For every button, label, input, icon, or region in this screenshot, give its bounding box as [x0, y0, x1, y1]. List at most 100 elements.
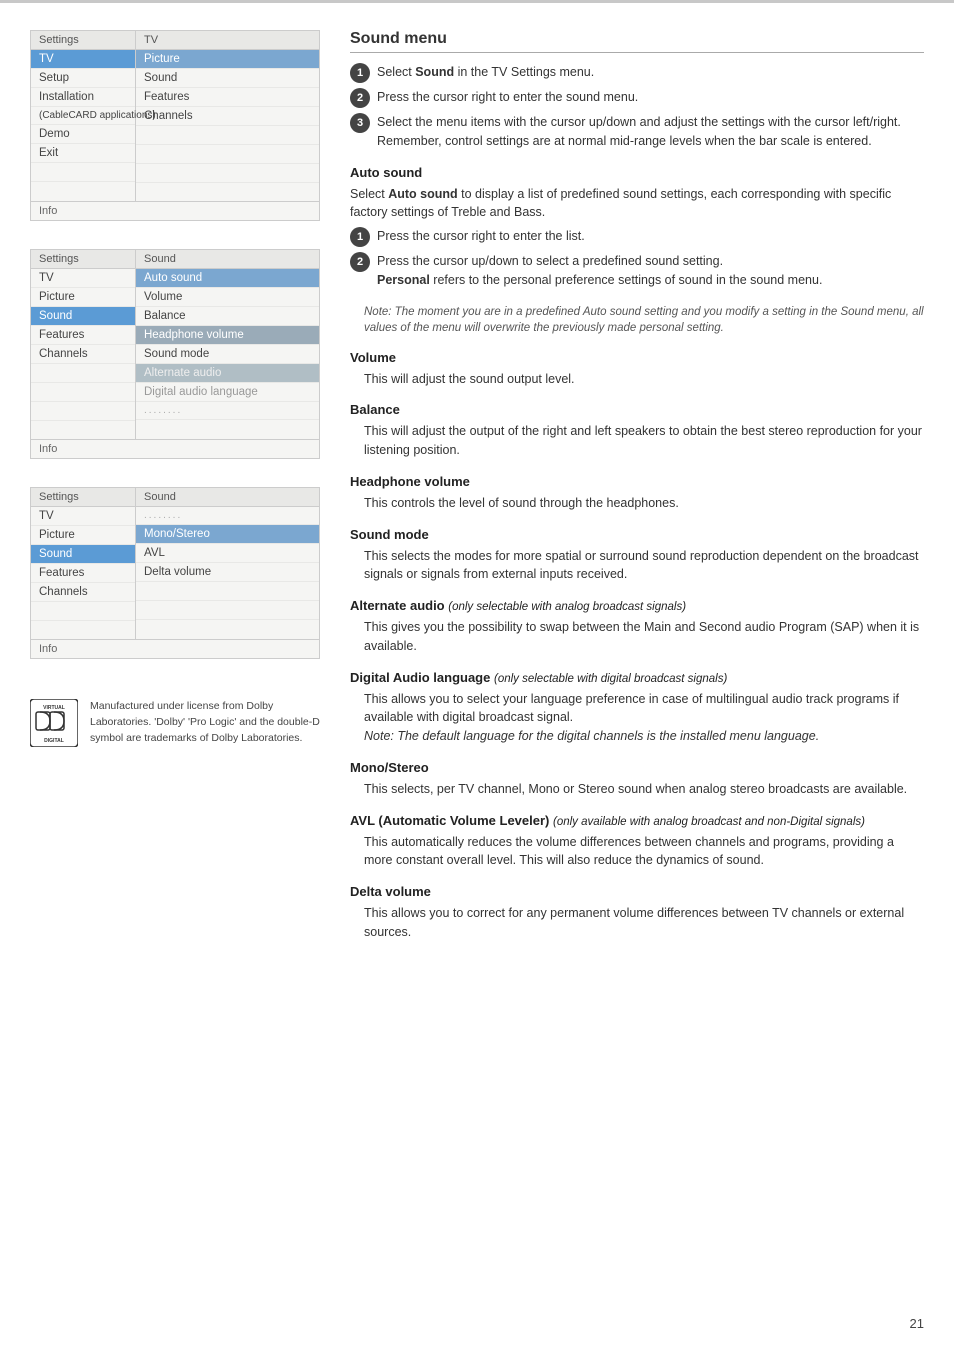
menu3-item-channels[interactable]: Channels: [31, 583, 135, 602]
headphone-body: This controls the level of sound through…: [350, 494, 924, 513]
auto-sound-body: Select Auto sound to display a list of p…: [350, 185, 924, 223]
menu1-right-empty1: [136, 126, 319, 145]
dolby-logo: VIRTUAL DIGITAL: [30, 699, 78, 747]
menu-box-3: Settings TV Picture Sound Features Chann…: [30, 487, 320, 659]
menu1-item-cablecard[interactable]: (CableCARD applications): [31, 107, 135, 125]
menu2-item-empty4: [31, 421, 135, 439]
menu-box-1: Settings TV Setup Installation (CableCAR…: [30, 30, 320, 221]
step-text-1: Select Sound in the TV Settings menu.: [377, 63, 594, 82]
menu1-item-installation[interactable]: Installation: [31, 88, 135, 107]
menu2-right-empty1: [136, 420, 319, 438]
menu3-right-dots-top: ........: [136, 507, 319, 525]
menu3-right-delta[interactable]: Delta volume: [136, 563, 319, 582]
menu3-item-picture[interactable]: Picture: [31, 526, 135, 545]
auto-step-num-1: 1: [350, 227, 370, 247]
menu2-right-headphone[interactable]: Headphone volume: [136, 326, 319, 345]
menu2-right-volume[interactable]: Volume: [136, 288, 319, 307]
menu2-item-empty1: [31, 364, 135, 383]
menu2-right-autosound[interactable]: Auto sound: [136, 269, 319, 288]
menu1-header-left: Settings: [31, 31, 135, 50]
step-3: 3 Select the menu items with the cursor …: [350, 113, 924, 151]
menu2-item-sound[interactable]: Sound: [31, 307, 135, 326]
step-num-1: 1: [350, 63, 370, 83]
menu3-item-empty1: [31, 602, 135, 621]
headphone-title: Headphone volume: [350, 474, 924, 489]
balance-body: This will adjust the output of the right…: [350, 422, 924, 460]
right-column: Sound menu 1 Select Sound in the TV Sett…: [340, 30, 924, 947]
intro-steps: 1 Select Sound in the TV Settings menu. …: [350, 63, 924, 151]
menu3-right-mono[interactable]: Mono/Stereo: [136, 525, 319, 544]
menu2-item-tv[interactable]: TV: [31, 269, 135, 288]
auto-step-num-2: 2: [350, 252, 370, 272]
menu1-item-empty2: [31, 182, 135, 200]
menu1-right-empty2: [136, 145, 319, 164]
avl-title: AVL (Automatic Volume Leveler) (only ava…: [350, 813, 924, 828]
menu2-right-dots: ........: [136, 402, 319, 420]
menu3-header-left: Settings: [31, 488, 135, 507]
volume-body: This will adjust the sound output level.: [350, 370, 924, 389]
main-title: Sound menu: [350, 30, 924, 53]
dolby-text: Manufactured under license from Dolby La…: [90, 699, 320, 746]
digital-audio-body: This allows you to select your language …: [350, 690, 924, 746]
menu1-item-exit[interactable]: Exit: [31, 144, 135, 163]
menu1-right-sound[interactable]: Sound: [136, 69, 319, 88]
menu3-right-empty2: [136, 601, 319, 620]
auto-step-1: 1 Press the cursor right to enter the li…: [350, 227, 924, 247]
menu3-right-empty1: [136, 582, 319, 601]
step-text-2: Press the cursor right to enter the soun…: [377, 88, 638, 107]
menu2-item-features[interactable]: Features: [31, 326, 135, 345]
auto-step-text-1: Press the cursor right to enter the list…: [377, 227, 585, 246]
alternate-audio-title: Alternate audio (only selectable with an…: [350, 598, 924, 613]
mono-stereo-body: This selects, per TV channel, Mono or St…: [350, 780, 924, 799]
auto-sound-title: Auto sound: [350, 165, 924, 180]
menu2-right-soundmode[interactable]: Sound mode: [136, 345, 319, 364]
menu2-item-channels[interactable]: Channels: [31, 345, 135, 364]
delta-volume-title: Delta volume: [350, 884, 924, 899]
menu3-footer: Info: [31, 639, 319, 658]
menu1-right-empty4: [136, 183, 319, 201]
menu1-item-demo[interactable]: Demo: [31, 125, 135, 144]
menu3-item-features[interactable]: Features: [31, 564, 135, 583]
menu2-header-left: Settings: [31, 250, 135, 269]
menu1-right-features[interactable]: Features: [136, 88, 319, 107]
menu-box-2: Settings TV Picture Sound Features Chann…: [30, 249, 320, 459]
menu2-right-digital[interactable]: Digital audio language: [136, 383, 319, 402]
svg-text:VIRTUAL: VIRTUAL: [43, 705, 65, 711]
menu2-right-alternate[interactable]: Alternate audio: [136, 364, 319, 383]
avl-body: This automatically reduces the volume di…: [350, 833, 924, 871]
menu1-item-empty1: [31, 163, 135, 182]
menu3-item-empty2: [31, 621, 135, 639]
menu1-right-picture[interactable]: Picture: [136, 50, 319, 69]
menu2-item-empty3: [31, 402, 135, 421]
alternate-audio-body: This gives you the possibility to swap b…: [350, 618, 924, 656]
delta-volume-body: This allows you to correct for any perma…: [350, 904, 924, 942]
menu1-item-tv[interactable]: TV: [31, 50, 135, 69]
menu1-right-empty3: [136, 164, 319, 183]
auto-step-text-2: Press the cursor up/down to select a pre…: [377, 252, 822, 290]
top-border: [0, 0, 954, 3]
menu1-item-setup[interactable]: Setup: [31, 69, 135, 88]
menu3-right-empty3: [136, 620, 319, 638]
menu2-item-empty2: [31, 383, 135, 402]
digital-audio-title: Digital Audio language (only selectable …: [350, 670, 924, 685]
step-num-2: 2: [350, 88, 370, 108]
menu2-item-picture[interactable]: Picture: [31, 288, 135, 307]
balance-title: Balance: [350, 402, 924, 417]
dolby-footer: VIRTUAL DIGITAL Manufactured under licen…: [30, 689, 320, 747]
menu2-right-balance[interactable]: Balance: [136, 307, 319, 326]
svg-text:DIGITAL: DIGITAL: [44, 738, 64, 744]
menu1-right-channels[interactable]: Channels: [136, 107, 319, 126]
menu3-item-sound[interactable]: Sound: [31, 545, 135, 564]
volume-title: Volume: [350, 350, 924, 365]
menu3-right-avl[interactable]: AVL: [136, 544, 319, 563]
auto-step-2: 2 Press the cursor up/down to select a p…: [350, 252, 924, 290]
step-1: 1 Select Sound in the TV Settings menu.: [350, 63, 924, 83]
auto-sound-steps: 1 Press the cursor right to enter the li…: [350, 227, 924, 290]
menu2-footer: Info: [31, 439, 319, 458]
step-2: 2 Press the cursor right to enter the so…: [350, 88, 924, 108]
step-text-3: Select the menu items with the cursor up…: [377, 113, 901, 151]
menu3-item-tv[interactable]: TV: [31, 507, 135, 526]
menu1-footer: Info: [31, 201, 319, 220]
mono-stereo-title: Mono/Stereo: [350, 760, 924, 775]
menu3-header-right: Sound: [136, 488, 319, 507]
